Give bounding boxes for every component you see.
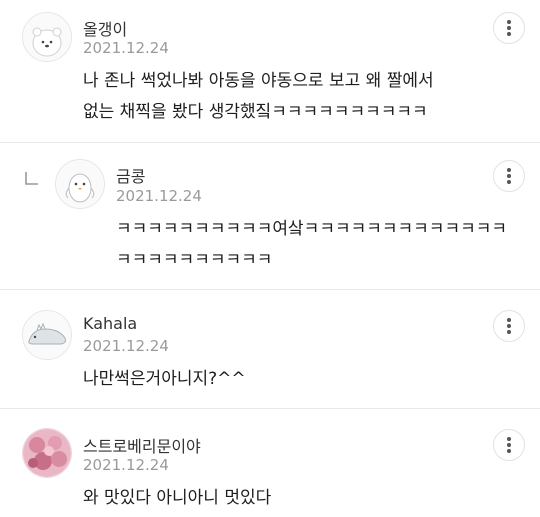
more-options-button[interactable] [493,310,525,342]
comment-item: 스트로베리문이야 2021.12.24 와 맛있다 아니아니 멋있다 [0,409,540,517]
more-dot [507,20,511,24]
more-dot [507,318,511,322]
comment-text: 와 맛있다 아니아니 멋있다 [83,488,272,508]
comment-text: 나만썩은거아니지?^^ [83,369,246,389]
more-dot [507,449,511,453]
dinosaur-avatar-icon[interactable] [22,310,72,360]
comment-author[interactable]: Kahala [83,314,137,333]
more-options-button[interactable] [493,12,525,44]
more-dot [507,330,511,334]
comment-date: 2021.12.24 [83,456,169,474]
more-dot [507,324,511,328]
comment-date: 2021.12.24 [116,187,202,205]
more-dot [507,180,511,184]
comment-item: 올갱이 2021.12.24 나 존나 썩었나봐 아동을 야동으로 보고 왜 짤… [0,0,540,148]
comment-item: Kahala 2021.12.24 나만썩은거아니지?^^ [0,290,540,408]
more-options-button[interactable] [493,429,525,461]
penguin-avatar-icon[interactable] [55,159,105,209]
comment-date: 2021.12.24 [83,39,169,57]
more-dot [507,32,511,36]
comment-text: 나 존나 썩었나봐 아동을 야동으로 보고 왜 짤에서 없는 채찍을 봤다 생각… [83,71,434,122]
comment-date: 2021.12.24 [83,337,169,355]
more-dot [507,174,511,178]
flower-photo-avatar-icon[interactable] [22,428,72,478]
more-dot [507,443,511,447]
reply-arrow-icon [25,172,38,185]
comment-author[interactable]: 금콩 [116,163,145,187]
more-dot [507,437,511,441]
reply-comment-item: 금콩 2021.12.24 ㅋㅋㅋㅋㅋㅋㅋㅋㅋㅋ여샄ㅋㅋㅋㅋㅋㅋㅋㅋㅋㅋㅋㅋㅋ … [0,143,540,289]
comment-author[interactable]: 스트로베리문이야 [83,433,201,457]
comment-text: ㅋㅋㅋㅋㅋㅋㅋㅋㅋㅋ여샄ㅋㅋㅋㅋㅋㅋㅋㅋㅋㅋㅋㅋㅋ ㅋㅋㅋㅋㅋㅋㅋㅋㅋㅋ [116,219,507,270]
more-dot [507,168,511,172]
more-dot [507,26,511,30]
white-bear-avatar-icon[interactable] [22,12,72,62]
more-options-button[interactable] [493,160,525,192]
comment-author[interactable]: 올갱이 [83,16,127,40]
